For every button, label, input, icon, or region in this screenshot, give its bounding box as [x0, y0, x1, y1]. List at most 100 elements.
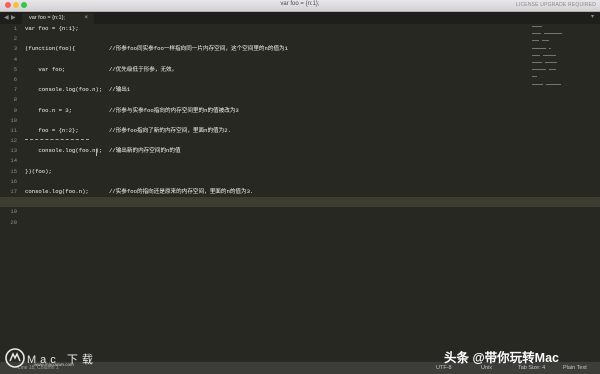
code-comment: //形参foo同实参foo一样指向同一片内存空间，这个空间里的n的值为1: [109, 45, 289, 53]
mac-download-logo-icon: [5, 348, 25, 368]
line-number: 1: [13, 25, 17, 32]
code-line[interactable]: console.log(foo.n); //实参foo的指向还是原来的内存空间，里…: [25, 187, 600, 197]
editor[interactable]: 1234567891011121314151617181920 var foo …: [0, 24, 600, 361]
minimap-line: [532, 51, 592, 54]
line-number: 17: [10, 188, 17, 195]
line-number: 2: [13, 35, 17, 43]
minimap[interactable]: [532, 26, 592, 98]
minimap-line: [532, 69, 592, 72]
minimap-line: [532, 94, 592, 97]
minimap-line: [532, 33, 592, 36]
minimap-line: [532, 30, 592, 33]
license-notice[interactable]: LICENSE UPGRADE REQUIRED: [516, 2, 596, 8]
minimap-line: [532, 54, 592, 58]
minimap-code-bar: [532, 76, 537, 78]
code-line[interactable]: [25, 136, 600, 146]
line-number: 13: [10, 147, 17, 155]
line-number: 16: [10, 177, 17, 185]
code-line[interactable]: foo = {n:2}; //形参foo指向了新的内存空间，里面n的值为2.: [25, 126, 600, 136]
minimap-line: [532, 47, 592, 51]
chevron-down-icon[interactable]: ▾: [591, 13, 594, 20]
code-line[interactable]: (function(foo){ //形参foo同实参foo一样指向同一片内存空间，…: [25, 44, 600, 54]
minimap-code-bar: [532, 83, 544, 85]
minimap-code-bar: [532, 47, 546, 49]
text-cursor-icon: [96, 149, 97, 156]
code-comment: //输出新的内存空间的n的值: [109, 147, 181, 155]
code-line[interactable]: var foo = {n:1};: [25, 24, 600, 34]
minimap-line: [532, 40, 592, 43]
line-number: 10: [10, 116, 17, 124]
code-line[interactable]: [25, 156, 600, 166]
minimap-code-bar: [532, 26, 542, 27]
minimap-line: [532, 87, 592, 90]
title-bar: var foo = {n:1}; LICENSE UPGRADE REQUIRE…: [0, 0, 600, 12]
code-comment: //优先级低于形参，无效。: [109, 65, 178, 73]
code-line[interactable]: [25, 116, 600, 126]
line-number: 14: [10, 157, 17, 165]
line-number: 8: [13, 96, 17, 104]
code-text: console.log(foo.n);: [25, 188, 89, 195]
watermark-site: www.macdown.com: [34, 362, 74, 367]
minimap-line: [532, 44, 592, 47]
code-text: (function(foo){: [25, 45, 76, 53]
minimap-comment-bar: [546, 83, 561, 85]
line-number: 12: [10, 137, 17, 145]
minimap-code-bar: [532, 40, 540, 42]
code-text: foo.n = 3;: [25, 106, 72, 114]
minimap-line: [532, 66, 592, 69]
code-comment: //形参foo指向了新的内存空间，里面n的值为2.: [109, 126, 231, 134]
code-line[interactable]: console.log(foo.n); //输出新的内存空间的n的值: [25, 146, 600, 156]
code-text: })(foo);: [25, 167, 52, 175]
code-line[interactable]: console.log(foo.n); //输出1: [25, 85, 600, 95]
line-number: 4: [13, 55, 17, 63]
line-number: 20: [10, 218, 17, 226]
code-text: var foo;: [25, 65, 66, 73]
tab-forward-icon[interactable]: ▶: [11, 14, 16, 21]
tab-bar: ◀ ▶ var foo = {n:1}; × ▾: [0, 12, 600, 24]
minimap-comment-bar: [543, 54, 557, 56]
code-comment: //形参与实参foo指向的内存空间里的n的值被改为3: [109, 106, 239, 114]
line-number: 3: [13, 45, 17, 53]
code-comment: //输出1: [109, 86, 131, 94]
line-number: 9: [13, 106, 17, 114]
code-text: console.log(foo.n);: [25, 147, 103, 155]
minimap-line: [532, 37, 592, 40]
code-line[interactable]: foo.n = 3; //形参与实参foo指向的内存空间里的n的值被改为3: [25, 106, 600, 116]
minimap-line: [532, 73, 592, 76]
minimap-line: [532, 76, 592, 79]
line-number: 7: [13, 86, 17, 94]
minimap-line: [532, 58, 592, 61]
code-line[interactable]: [25, 177, 600, 187]
code-line[interactable]: [25, 75, 600, 85]
syntax-selector[interactable]: Plain Text: [563, 365, 587, 371]
window-title: var foo = {n:1};: [280, 1, 320, 7]
minimap-line: [532, 80, 592, 83]
minimap-comment-bar: [548, 69, 556, 71]
tab-title: var foo = {n:1};: [29, 15, 65, 21]
code-text: foo = {n:2};: [25, 126, 79, 134]
code-line[interactable]: [25, 207, 600, 217]
line-number: 15: [10, 167, 17, 175]
line-number: 6: [13, 75, 17, 83]
close-icon[interactable]: ×: [84, 15, 88, 21]
code-line[interactable]: var foo; //优先级低于形参，无效。: [25, 65, 600, 75]
tab-back-icon[interactable]: ◀: [4, 14, 9, 21]
code-text: console.log(foo.n);: [25, 86, 103, 94]
selection-underline: [25, 139, 89, 140]
tab-current-file[interactable]: var foo = {n:1}; ×: [22, 13, 94, 24]
code-line[interactable]: [25, 218, 600, 228]
code-line[interactable]: [25, 95, 600, 105]
minimap-comment-bar: [542, 40, 549, 42]
code-area[interactable]: var foo = {n:1}; (function(foo){ //形参foo同实…: [0, 24, 600, 228]
watermark-author: 头条 @带你玩转Mac: [444, 351, 559, 365]
minimap-comment-bar: [544, 61, 558, 63]
code-line[interactable]: [25, 55, 600, 65]
code-line[interactable]: })(foo);: [25, 167, 600, 177]
minimap-line: [532, 26, 592, 29]
code-line[interactable]: [0, 197, 600, 208]
code-line[interactable]: [25, 34, 600, 44]
minimap-code-bar: [532, 69, 546, 71]
minimap-comment-bar: [544, 33, 562, 35]
minimap-code-bar: [532, 33, 541, 35]
minimap-line: [532, 91, 592, 94]
